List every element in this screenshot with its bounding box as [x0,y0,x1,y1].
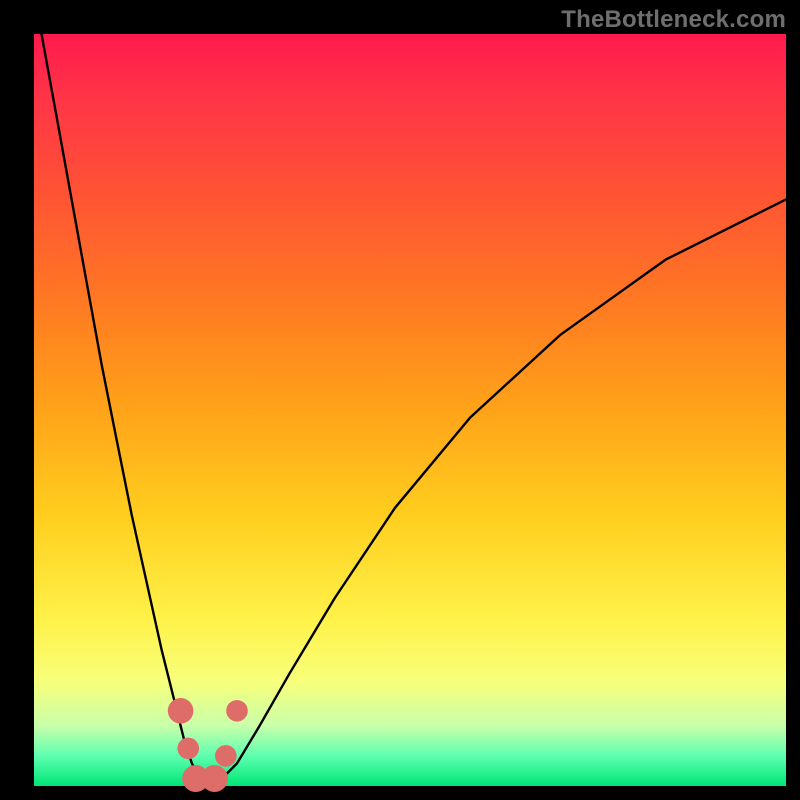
curve-marker [201,765,228,792]
chart-svg [34,34,786,786]
curve-marker [177,738,199,760]
curve-markers [168,698,248,792]
bottleneck-curve [42,34,787,786]
frame: TheBottleneck.com [0,0,800,800]
curve-marker [215,745,237,767]
curve-marker [168,698,194,724]
watermark-text: TheBottleneck.com [561,6,786,34]
curve-marker [226,700,248,722]
